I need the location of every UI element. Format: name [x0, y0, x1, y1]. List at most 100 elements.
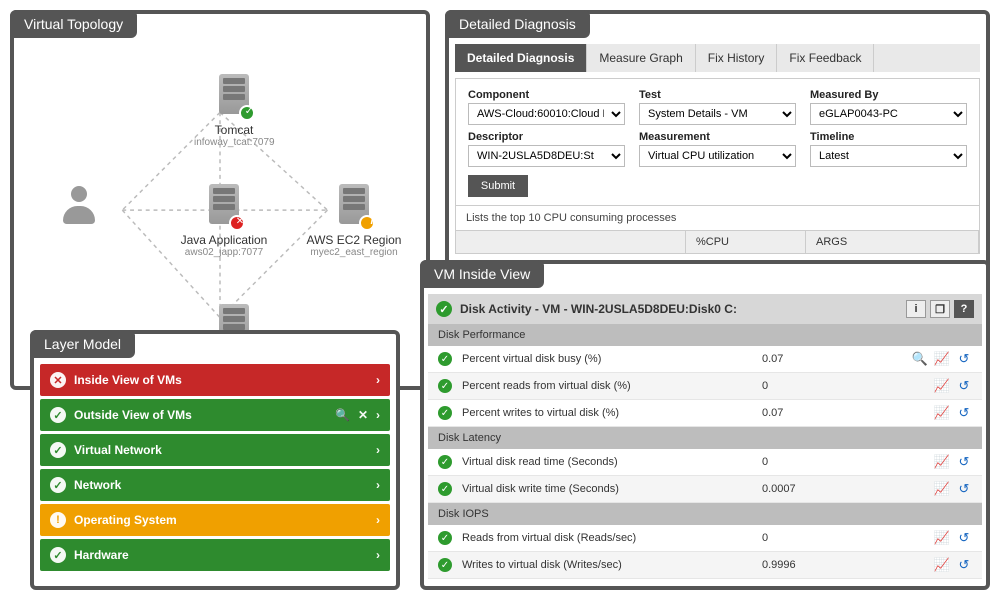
chart-icon[interactable]: 📈	[934, 454, 950, 470]
layer-control[interactable]: ›	[376, 373, 380, 387]
metric-name: Virtual disk write time (Seconds)	[462, 483, 762, 495]
vm-header-bar: ✓ Disk Activity - VM - WIN-2USLA5D8DEU:D…	[428, 294, 982, 324]
status-ok-icon: ✓	[438, 558, 452, 572]
search-icon[interactable]: 🔍	[912, 351, 928, 367]
topology-node-users[interactable]	[49, 184, 109, 227]
virtual-topology-title: Virtual Topology	[10, 10, 137, 38]
submit-button[interactable]: Submit	[468, 175, 528, 197]
tab-measure-graph[interactable]: Measure Graph	[587, 44, 695, 72]
filter-descriptor: Descriptor WIN-2USLA5D8DEU:St	[468, 131, 625, 167]
timeline-select[interactable]: Latest	[810, 145, 967, 167]
detailed-diagnosis-title: Detailed Diagnosis	[445, 10, 590, 38]
filter-label: Component	[468, 89, 625, 101]
layer-control[interactable]: ›	[376, 478, 380, 492]
tab-detailed-diagnosis[interactable]: Detailed Diagnosis	[455, 44, 587, 72]
history-icon[interactable]: ↺	[956, 454, 972, 470]
info-button[interactable]: i	[906, 300, 926, 318]
layer-label: Operating System	[74, 513, 177, 527]
node-label: Tomcat	[194, 123, 274, 137]
tab-fix-feedback[interactable]: Fix Feedback	[777, 44, 874, 72]
component-select[interactable]: AWS-Cloud:60010:Cloud Des	[468, 103, 625, 125]
layer-control[interactable]: ›	[376, 548, 380, 562]
chart-icon[interactable]: 📈	[934, 351, 950, 367]
history-icon[interactable]: ↺	[956, 378, 972, 394]
layer-row-network[interactable]: ✓ Network ›	[40, 469, 390, 501]
filter-timeline: Timeline Latest	[810, 131, 967, 167]
layer-control[interactable]: 🔍	[335, 408, 350, 422]
col-args: ARGS	[806, 231, 979, 253]
descriptor-select[interactable]: WIN-2USLA5D8DEU:St	[468, 145, 625, 167]
topology-node-tomcat[interactable]: Tomcat infoway_tcat:7079	[194, 74, 274, 148]
chart-icon[interactable]: 📈	[934, 557, 950, 573]
layer-label: Network	[74, 478, 121, 492]
topology-node-aws[interactable]: AWS EC2 Region myec2_east_region	[294, 184, 414, 258]
history-icon[interactable]: ↺	[956, 557, 972, 573]
status-icon: ✓	[50, 407, 66, 423]
layer-row-inside-view-of-vms[interactable]: ✕Inside View of VMs›	[40, 364, 390, 396]
status-icon: !	[50, 512, 66, 528]
metric-value: 0	[762, 380, 862, 392]
measured-by-select[interactable]: eGLAP0043-PC	[810, 103, 967, 125]
measurement-select[interactable]: Virtual CPU utilization	[639, 145, 796, 167]
metric-name: Writes to virtual disk (Writes/sec)	[462, 559, 762, 571]
chart-icon[interactable]: 📈	[934, 378, 950, 394]
col-cpu: %CPU	[686, 231, 806, 253]
metric-name: Percent writes to virtual disk (%)	[462, 407, 762, 419]
filter-label: Test	[639, 89, 796, 101]
test-select[interactable]: System Details - VM	[639, 103, 796, 125]
layer-control[interactable]: ›	[376, 408, 380, 422]
filter-test: Test System Details - VM	[639, 89, 796, 125]
layer-row-outside-view-of-vms[interactable]: ✓Outside View of VMs🔍✕›	[40, 399, 390, 431]
filter-measured-by: Measured By eGLAP0043-PC	[810, 89, 967, 125]
metric-value: 0.07	[762, 353, 862, 365]
history-icon[interactable]: ↺	[956, 351, 972, 367]
layer-row-hardware[interactable]: ✓Hardware›	[40, 539, 390, 571]
node-sublabel: infoway_tcat:7079	[194, 137, 274, 148]
vm-metric-row: ✓Reads from virtual disk (Reads/sec)0📈↺	[428, 525, 982, 552]
chart-icon[interactable]: 📈	[934, 481, 950, 497]
vm-metric-row: ✓Percent virtual disk busy (%)0.07🔍📈↺	[428, 346, 982, 373]
status-ok-icon: ✓	[436, 301, 452, 317]
vm-metric-row: ✓ Virtual disk read time (Seconds)0 📈 ↺	[428, 449, 982, 476]
filter-label: Descriptor	[468, 131, 625, 143]
status-ok-icon: ✓	[438, 455, 452, 469]
layer-row-operating-system[interactable]: ! Operating System ›	[40, 504, 390, 536]
status-ok-icon: ✓	[438, 531, 452, 545]
chart-icon[interactable]: 📈	[934, 530, 950, 546]
tab-fix-history[interactable]: Fix History	[696, 44, 778, 72]
layer-control[interactable]: ›	[376, 513, 380, 527]
vm-inside-view-panel: VM Inside View ✓ Disk Activity - VM - WI…	[420, 260, 990, 590]
layer-row-virtual-network[interactable]: ✓Virtual Network›	[40, 434, 390, 466]
metric-name: Virtual disk read time (Seconds)	[462, 456, 762, 468]
filter-component: Component AWS-Cloud:60010:Cloud Des	[468, 89, 625, 125]
layer-label: Virtual Network	[74, 443, 162, 457]
status-error-icon	[229, 215, 245, 231]
layer-control[interactable]: ›	[376, 443, 380, 457]
metric-value: 0.9996	[762, 559, 862, 571]
diagnosis-tabbar: Detailed DiagnosisMeasure GraphFix Histo…	[455, 44, 980, 72]
topology-node-java[interactable]: Java Application aws02_japp:7077	[169, 184, 279, 258]
filter-label: Measurement	[639, 131, 796, 143]
help-button[interactable]: ?	[954, 300, 974, 318]
layer-control[interactable]: ✕	[358, 408, 368, 422]
layer-label: Hardware	[74, 548, 129, 562]
history-icon[interactable]: ↺	[956, 405, 972, 421]
vm-inside-view-title: VM Inside View	[420, 260, 544, 288]
chart-icon[interactable]: 📈	[934, 405, 950, 421]
metric-value: 0.07	[762, 407, 862, 419]
copy-button[interactable]: ❐	[930, 300, 950, 318]
vm-metric-row: ✓ Virtual disk write time (Seconds)0.0007…	[428, 476, 982, 503]
vm-header-text: Disk Activity - VM - WIN-2USLA5D8DEU:Dis…	[460, 302, 737, 316]
history-icon[interactable]: ↺	[956, 481, 972, 497]
layer-label: Inside View of VMs	[74, 373, 182, 387]
status-ok-icon: ✓	[438, 482, 452, 496]
filter-label: Timeline	[810, 131, 967, 143]
layer-model-list: ✕Inside View of VMs›✓Outside View of VMs…	[40, 364, 390, 574]
metric-value: 0.0007	[762, 483, 862, 495]
filter-measurement: Measurement Virtual CPU utilization	[639, 131, 796, 167]
metric-value: 0	[762, 456, 862, 468]
layer-model-panel: Layer Model ✕Inside View of VMs›✓Outside…	[30, 330, 400, 590]
history-icon[interactable]: ↺	[956, 530, 972, 546]
metric-name: Percent virtual disk busy (%)	[462, 353, 762, 365]
status-icon: ✓	[50, 477, 66, 493]
